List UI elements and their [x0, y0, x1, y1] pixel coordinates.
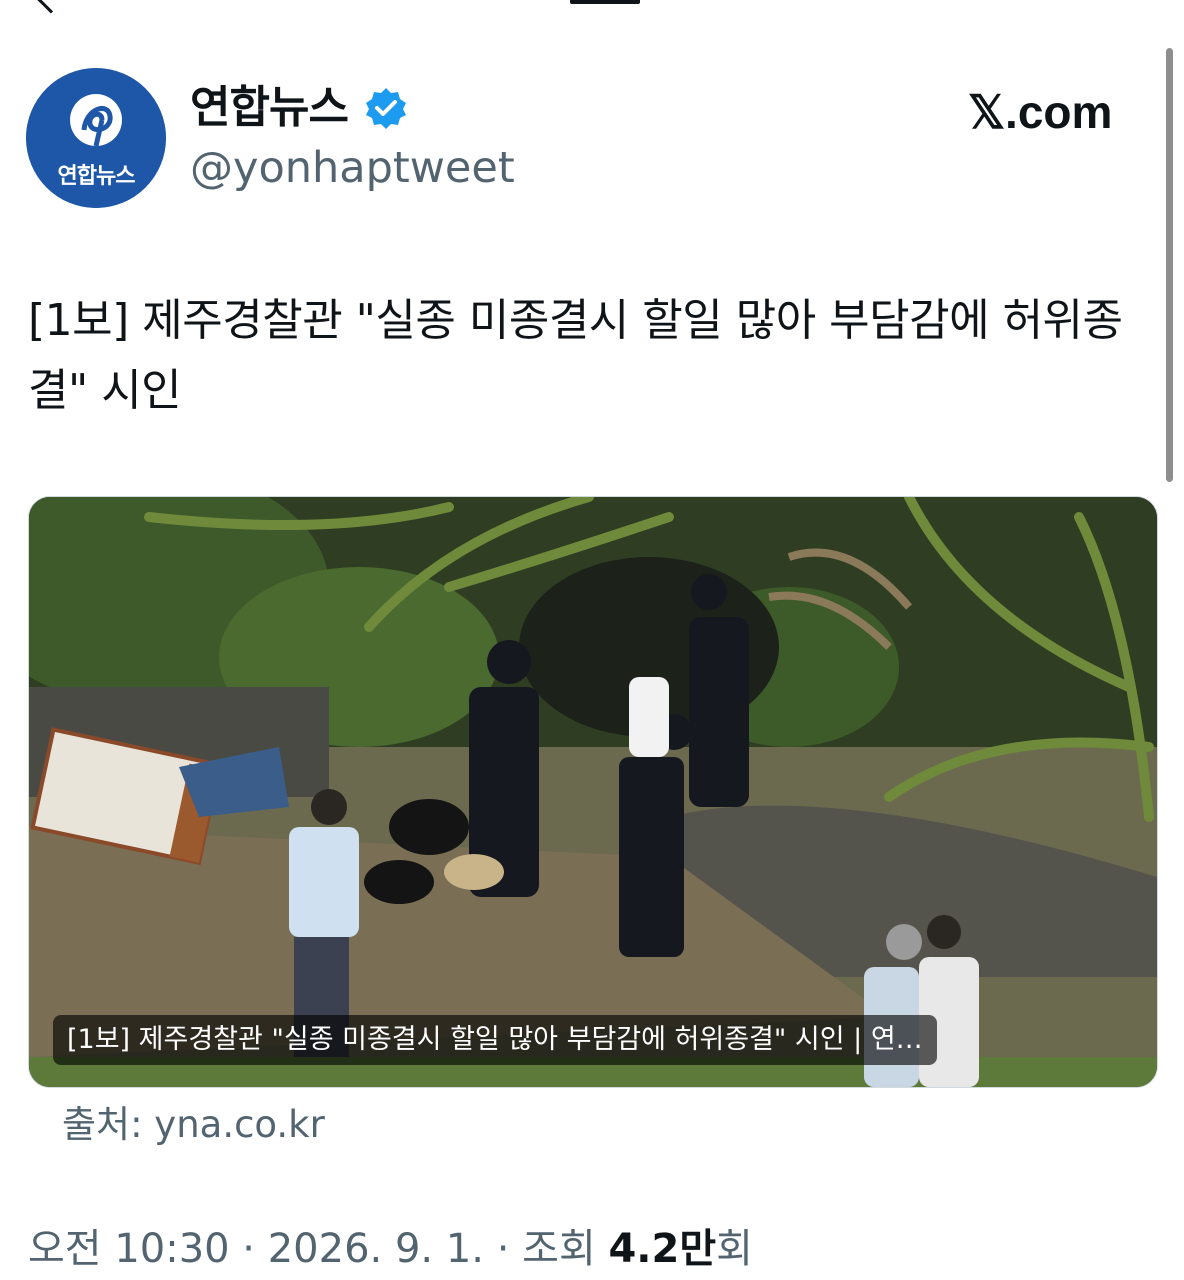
avatar-label: 연합뉴스 [57, 164, 136, 189]
tweet-media[interactable]: [1보] 제주경찰관 "실종 미종결시 할일 많아 부담감에 허위종결" 시인 … [28, 496, 1158, 1088]
news-photo [29, 497, 1157, 1087]
avatar[interactable]: 연합뉴스 [26, 68, 166, 208]
view-count: 4.2만 [608, 1226, 717, 1272]
header-title-fragment [570, 0, 640, 4]
verified-badge-icon [366, 88, 406, 129]
account-handle[interactable]: @yonhaptweet [190, 140, 515, 196]
tweet-meta: 오전 10:30 · 2026. 9. 1. · 조회 4.2만회 [28, 1222, 753, 1276]
tweet-text: [1보] 제주경찰관 "실종 미종결시 할일 많아 부담감에 허위종결" 시인 [28, 295, 1123, 416]
x-logo: 𝕏.com [968, 86, 1113, 138]
source-link[interactable]: 출처: yna.co.kr [62, 1100, 325, 1150]
back-chevron-icon[interactable] [37, 0, 62, 14]
media-caption: [1보] 제주경찰관 "실종 미종결시 할일 많아 부담감에 허위종결" 시인 … [53, 1015, 937, 1065]
account-name[interactable]: 연합뉴스 [190, 80, 349, 136]
scrollbar[interactable] [1166, 48, 1173, 482]
timestamp[interactable]: 오전 10:30 · 2026. 9. 1. · 조회 [28, 1226, 608, 1272]
view-suffix: 회 [716, 1226, 753, 1272]
top-nav-fragment [0, 0, 1184, 14]
